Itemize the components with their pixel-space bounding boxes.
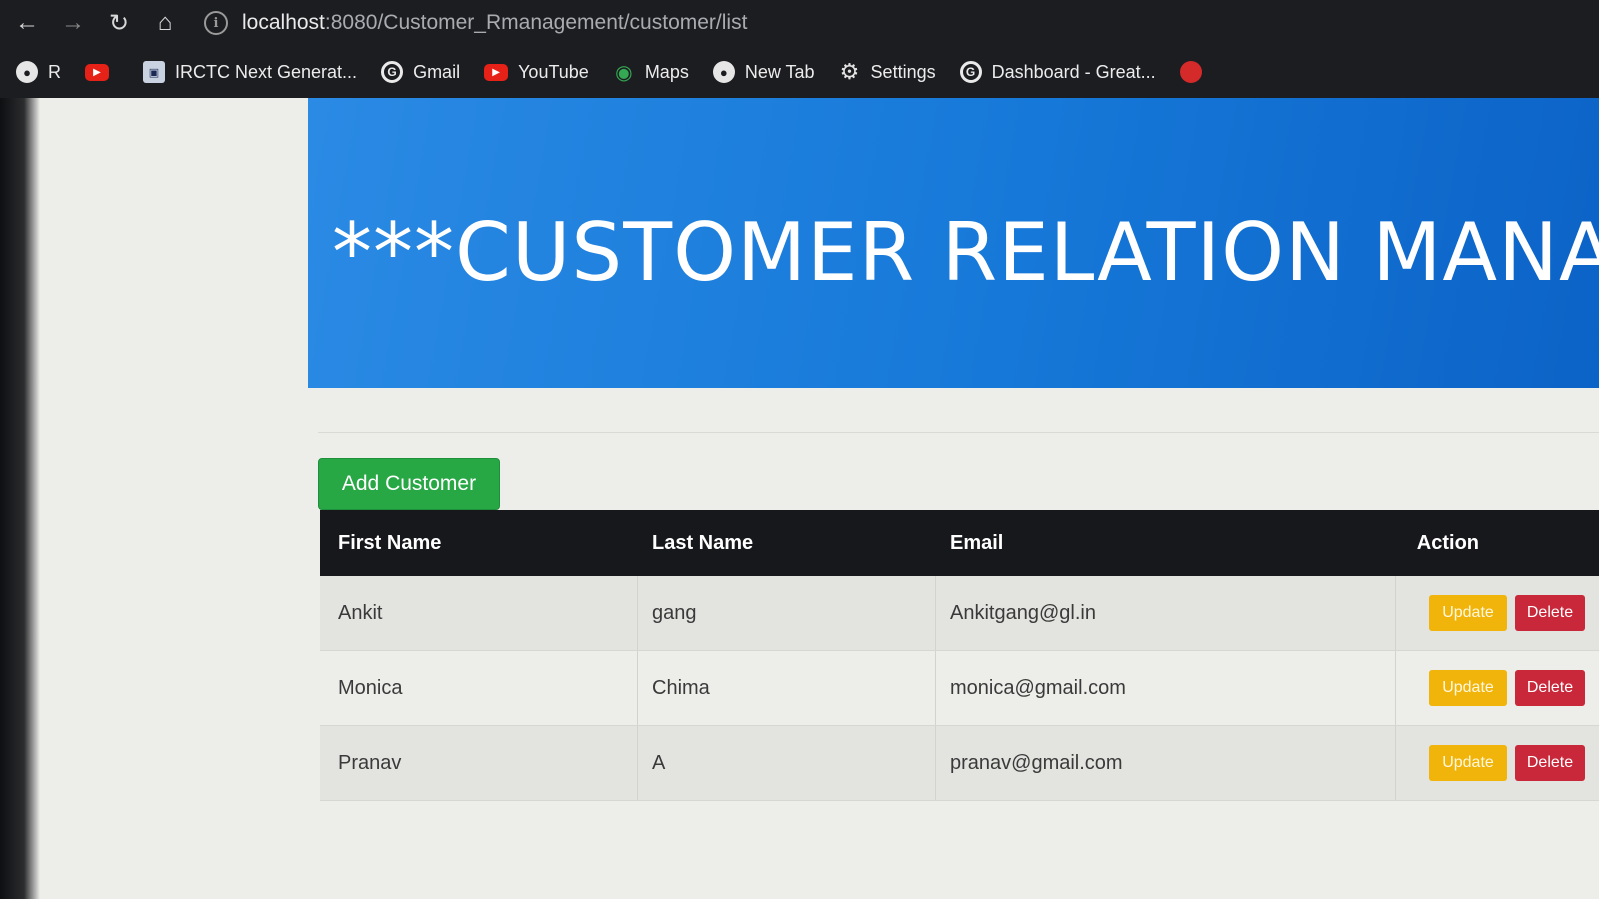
bookmark-gmail[interactable]: G Gmail [381, 61, 460, 83]
email-cell: Ankitgang@gl.in [936, 576, 1396, 650]
site-info-icon[interactable]: i [204, 11, 228, 35]
youtube-icon: ▶ [484, 63, 509, 81]
url-host: localhost [242, 11, 325, 34]
update-button[interactable]: Update [1429, 595, 1507, 631]
bookmark-youtube-short[interactable]: ▶ [85, 63, 119, 81]
google-icon: G [381, 61, 404, 83]
header-banner: ***CUSTOMER RELATION MANAGEME [308, 98, 1599, 388]
bookmark-label: Maps [644, 61, 689, 82]
red-circle-icon [1179, 61, 1202, 83]
gear-icon: ⚙ [839, 59, 860, 84]
last-name-cell: Chima [638, 651, 936, 725]
bookmark-label: Settings [870, 61, 936, 82]
back-arrow-icon[interactable]: ← [4, 0, 50, 46]
bookmark-new-tab[interactable]: ● New Tab [712, 61, 815, 83]
delete-button[interactable]: Delete [1515, 745, 1585, 781]
globe-icon: ● [16, 61, 38, 83]
divider [318, 432, 1599, 433]
bookmark-maps[interactable]: ◉ Maps [613, 61, 689, 84]
update-button[interactable]: Update [1429, 670, 1507, 706]
table-row: Pranav A pranav@gmail.com Update Delete [320, 726, 1599, 801]
maps-pin-icon: ◉ [615, 61, 633, 84]
delete-button[interactable]: Delete [1515, 595, 1585, 631]
first-name-cell: Monica [320, 651, 638, 725]
bookmark-label: IRCTC Next Generat... [175, 61, 358, 82]
bookmark-label: R [48, 61, 61, 82]
page-content: ***CUSTOMER RELATION MANAGEME Add Custom… [0, 98, 1599, 899]
bookmark-extra[interactable] [1179, 61, 1212, 83]
first-name-cell: Pranav [320, 726, 638, 800]
browser-chrome: ← → ↻ ⌂ i localhost:8080/Customer_Rmanag… [0, 0, 1599, 98]
irctc-icon: ▣ [143, 61, 165, 83]
screen-edge [0, 98, 40, 899]
globe-icon: ● [712, 61, 735, 83]
browser-nav-row: ← → ↻ ⌂ i localhost:8080/Customer_Rmanag… [0, 0, 1599, 46]
email-cell: monica@gmail.com [936, 651, 1396, 725]
email-cell: pranav@gmail.com [936, 726, 1396, 800]
column-header-last-name: Last Name [652, 531, 754, 554]
first-name-cell: Ankit [320, 576, 638, 650]
url-path: :8080/Customer_Rmanagement/customer/list [324, 11, 748, 34]
bookmark-label: YouTube [518, 61, 589, 82]
bookmark-label: New Tab [744, 61, 815, 82]
youtube-icon: ▶ [85, 63, 109, 81]
bookmark-label: Gmail [413, 61, 461, 82]
column-header-action: Action [1416, 531, 1479, 554]
table-header: First Name Last Name Email Action [320, 510, 1599, 576]
bookmark-youtube[interactable]: ▶ YouTube [484, 62, 589, 83]
update-button[interactable]: Update [1429, 745, 1507, 781]
home-icon[interactable]: ⌂ [142, 0, 188, 46]
bookmark-irctc[interactable]: ▣ IRCTC Next Generat... [143, 61, 357, 83]
table-row: Monica Chima monica@gmail.com Update Del… [320, 651, 1599, 726]
bookmark-dashboard[interactable]: G Dashboard - Great... [959, 61, 1156, 83]
google-icon: G [959, 61, 982, 83]
bookmark-r[interactable]: ● R [16, 61, 61, 83]
reload-icon[interactable]: ↻ [96, 0, 142, 46]
action-cell: Update Delete [1396, 745, 1599, 781]
bookmarks-bar: ● R ▶ ▣ IRCTC Next Generat... G Gmail ▶ … [0, 50, 1599, 94]
bookmark-label: Dashboard - Great... [991, 61, 1156, 82]
page-title: ***CUSTOMER RELATION MANAGEME [332, 206, 1599, 299]
action-cell: Update Delete [1396, 595, 1599, 631]
column-header-email: Email [950, 531, 1004, 554]
bookmark-settings[interactable]: ⚙ Settings [839, 59, 936, 84]
address-bar[interactable]: i localhost:8080/Customer_Rmanagement/cu… [194, 6, 757, 40]
customer-table: First Name Last Name Email Action Ankit … [320, 510, 1599, 801]
delete-button[interactable]: Delete [1515, 670, 1585, 706]
forward-arrow-icon[interactable]: → [50, 0, 96, 46]
action-cell: Update Delete [1396, 670, 1599, 706]
last-name-cell: A [638, 726, 936, 800]
table-row: Ankit gang Ankitgang@gl.in Update Delete [320, 576, 1599, 651]
last-name-cell: gang [638, 576, 936, 650]
column-header-first-name: First Name [338, 531, 442, 554]
add-customer-button[interactable]: Add Customer [318, 458, 500, 510]
